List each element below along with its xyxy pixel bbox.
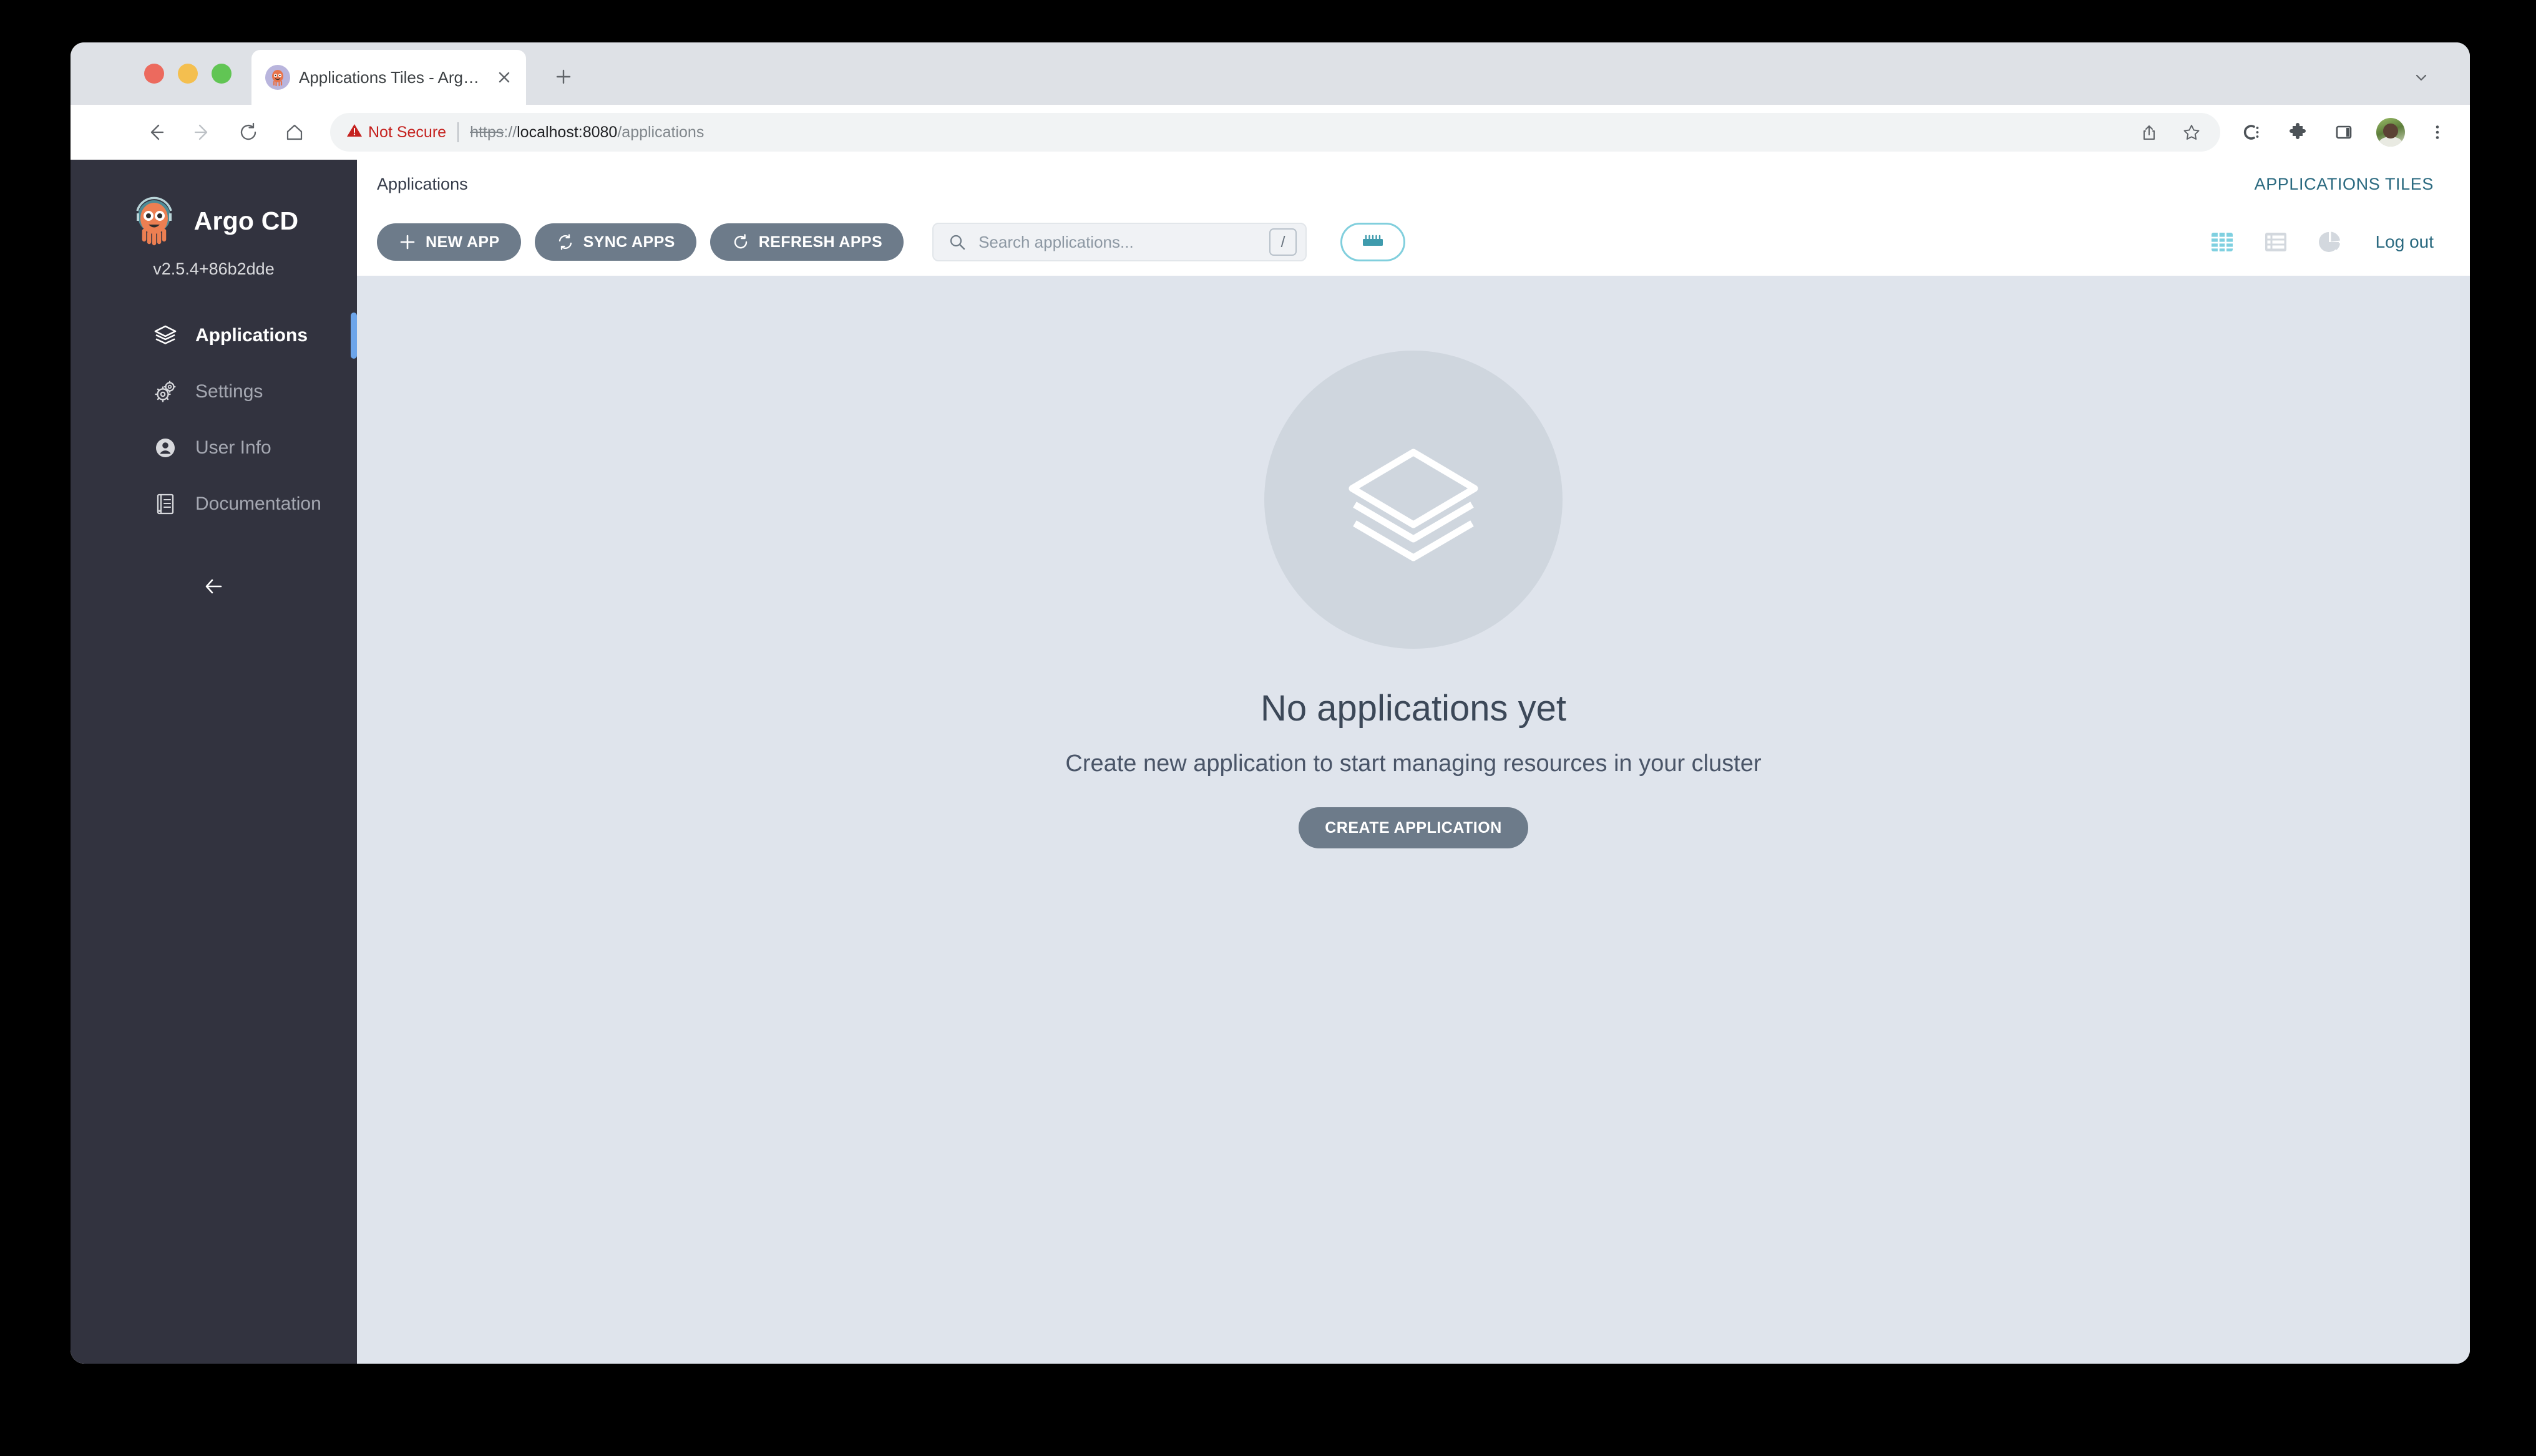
- sidebar-item-label: Applications: [195, 325, 308, 346]
- extensions-puzzle-icon[interactable]: [2284, 119, 2311, 146]
- maximize-window-button[interactable]: [212, 64, 232, 84]
- applications-content: No applications yet Create new applicati…: [357, 276, 2470, 1364]
- list-view-icon[interactable]: [2261, 227, 2291, 257]
- omnibox[interactable]: Not Secure https://localhost:8080/applic…: [330, 113, 2220, 152]
- sidebar-item-applications[interactable]: Applications: [71, 308, 357, 364]
- browser-extension-icons: [2231, 118, 2451, 147]
- sidebar-item-user-info[interactable]: User Info: [71, 420, 357, 476]
- plus-icon: [398, 233, 417, 251]
- search-shortcut-badge: /: [1269, 228, 1297, 256]
- arrow-left-icon: [202, 575, 226, 601]
- search-input[interactable]: [978, 232, 1259, 252]
- empty-state-subtitle: Create new application to start managing…: [1065, 750, 1762, 777]
- not-secure-indicator[interactable]: Not Secure: [346, 122, 457, 143]
- view-switcher: Log out: [2207, 227, 2434, 257]
- applications-toolbar: NEW APP SYNC APPS REFRESH APPS Search ap…: [357, 208, 2470, 276]
- sync-icon: [556, 233, 575, 251]
- main-area: Applications APPLICATIONS TILES NEW APP: [357, 160, 2470, 1364]
- version-label: v2.5.4+86b2dde: [153, 260, 275, 278]
- new-tab-button[interactable]: [548, 61, 579, 92]
- filter-sliders-icon: [1362, 234, 1383, 251]
- profile-avatar[interactable]: [2376, 118, 2405, 147]
- url-separator: ://: [504, 123, 517, 141]
- sidebar-collapse-button[interactable]: [71, 566, 357, 609]
- gear-icon: [152, 378, 179, 405]
- create-application-button[interactable]: CREATE APPLICATION: [1299, 807, 1528, 848]
- refresh-icon: [731, 233, 750, 251]
- sidebar: Argo CD v2.5.4+86b2dde Applications Sett…: [71, 160, 357, 1364]
- window-traffic-lights: [144, 64, 232, 84]
- colorzilla-icon[interactable]: [2238, 119, 2265, 146]
- new-app-button[interactable]: NEW APP: [377, 223, 521, 261]
- url-path: /applications: [617, 123, 705, 141]
- browser-tab[interactable]: Applications Tiles - Argo CD: [251, 50, 526, 105]
- back-button[interactable]: [137, 113, 175, 152]
- sync-apps-button[interactable]: SYNC APPS: [534, 223, 696, 261]
- share-icon[interactable]: [2137, 120, 2162, 145]
- pie-chart-icon[interactable]: [2314, 227, 2344, 257]
- sidebar-item-label: Settings: [195, 381, 263, 402]
- browser-url-bar: Not Secure https://localhost:8080/applic…: [71, 105, 2470, 160]
- sidebar-item-label: Documentation: [195, 493, 321, 514]
- browser-tab-strip: Applications Tiles - Argo CD: [71, 42, 2470, 105]
- three-dot-menu-icon[interactable]: [2424, 119, 2451, 146]
- brand[interactable]: Argo CD: [71, 180, 357, 246]
- empty-state: No applications yet Create new applicati…: [914, 351, 1913, 848]
- logout-link[interactable]: Log out: [2376, 232, 2434, 252]
- warning-triangle-icon: [346, 122, 363, 143]
- browser-window: Applications Tiles - Argo CD Not Secure …: [71, 42, 2470, 1364]
- search-icon: [947, 232, 967, 252]
- brand-name: Argo CD: [193, 206, 299, 235]
- applications-tiles-link[interactable]: APPLICATIONS TILES: [2255, 175, 2434, 193]
- new-app-label: NEW APP: [426, 233, 500, 251]
- empty-state-illustration: [1264, 351, 1563, 649]
- close-tab-button[interactable]: [494, 67, 515, 88]
- sidebar-item-label: User Info: [195, 437, 271, 458]
- search-applications-field[interactable]: /: [932, 223, 1307, 261]
- layers-icon: [152, 322, 179, 349]
- user-circle-icon: [152, 434, 179, 462]
- forward-button[interactable]: [183, 113, 222, 152]
- home-button[interactable]: [275, 113, 314, 152]
- sidebar-active-indicator: [351, 313, 357, 359]
- refresh-apps-label: REFRESH APPS: [758, 233, 883, 251]
- sidebar-item-documentation[interactable]: Documentation: [71, 476, 357, 532]
- empty-state-title: No applications yet: [1260, 688, 1567, 729]
- argo-octopus-logo-icon: [129, 196, 179, 246]
- tab-search-chevron-down-icon[interactable]: [2407, 64, 2435, 91]
- filters-toggle-button[interactable]: [1340, 223, 1406, 261]
- url-host: localhost:8080: [517, 123, 618, 141]
- book-icon: [152, 490, 179, 518]
- star-icon[interactable]: [2179, 120, 2204, 145]
- sidebar-item-settings[interactable]: Settings: [71, 364, 357, 420]
- url-text: https://localhost:8080/applications: [470, 124, 704, 142]
- page-header: Applications APPLICATIONS TILES: [357, 160, 2470, 208]
- grid-view-icon[interactable]: [2207, 227, 2237, 257]
- sync-apps-label: SYNC APPS: [583, 233, 675, 251]
- refresh-apps-button[interactable]: REFRESH APPS: [710, 223, 904, 261]
- argocd-favicon-icon: [265, 65, 290, 90]
- minimize-window-button[interactable]: [178, 64, 198, 84]
- tab-title: Applications Tiles - Argo CD: [299, 67, 485, 87]
- sidebar-nav: Applications Settings User Info Document…: [71, 308, 357, 532]
- not-secure-label: Not Secure: [368, 123, 447, 141]
- side-panel-icon[interactable]: [2330, 119, 2358, 146]
- omnibox-divider: [457, 122, 459, 142]
- reload-button[interactable]: [229, 113, 268, 152]
- breadcrumb: Applications: [377, 174, 468, 193]
- argocd-app: Argo CD v2.5.4+86b2dde Applications Sett…: [71, 160, 2470, 1364]
- close-window-button[interactable]: [144, 64, 164, 84]
- url-scheme: https: [470, 123, 504, 141]
- layers-stack-icon: [1330, 415, 1497, 585]
